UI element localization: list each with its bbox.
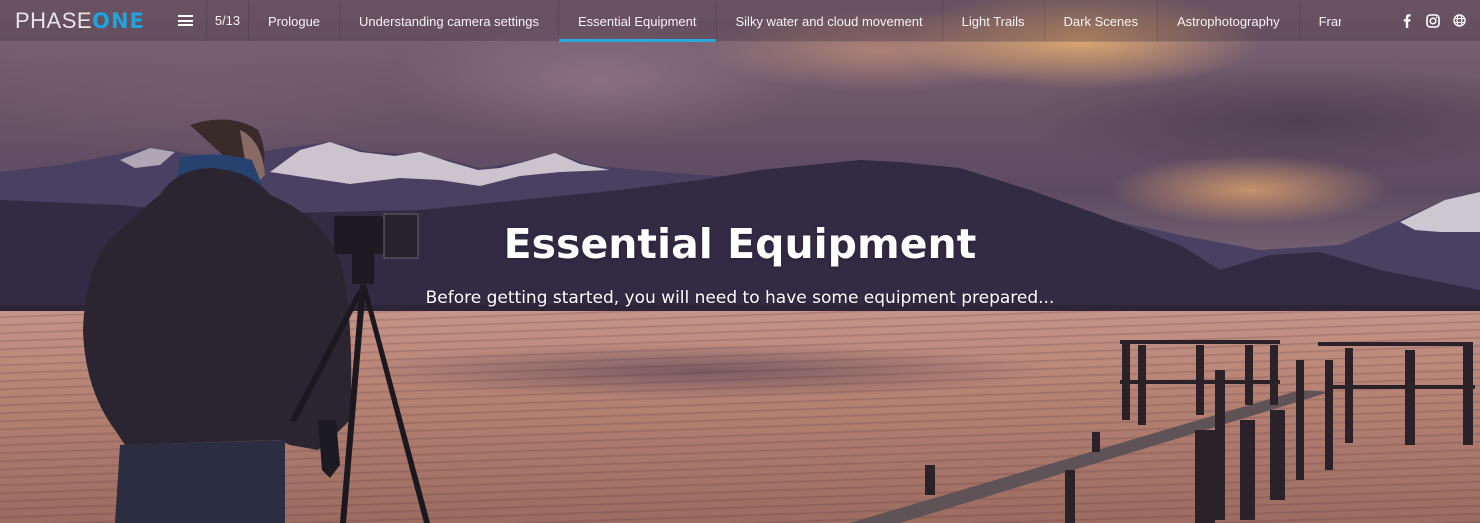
phase-one-logo[interactable]: PHASE ONE <box>0 0 165 41</box>
tab-essential-equipment[interactable]: Essential Equipment <box>558 0 717 42</box>
hero-subtitle: Before getting started, you will need to… <box>425 288 1055 308</box>
chapter-tabs: Prologue Understanding camera settings E… <box>249 0 1341 42</box>
tab-silky-water[interactable]: Silky water and cloud movement <box>717 0 943 42</box>
menu-button[interactable] <box>165 0 207 41</box>
social-links <box>1400 0 1480 41</box>
globe-icon[interactable] <box>1452 14 1466 28</box>
chapter-counter: 5/13 <box>207 0 249 41</box>
logo-text-bold: ONE <box>92 8 145 33</box>
top-navigation-bar: PHASE ONE 5/13 Prologue Understanding cam… <box>0 0 1480 42</box>
instagram-icon[interactable] <box>1426 13 1440 28</box>
hamburger-menu-icon <box>178 15 193 26</box>
tab-understanding-camera-settings[interactable]: Understanding camera settings <box>340 0 559 42</box>
logo-text-light: PHASE <box>15 7 93 33</box>
jetty <box>850 340 1475 523</box>
tab-frame-averaging[interactable]: Frame Av <box>1300 0 1341 42</box>
tab-prologue[interactable]: Prologue <box>249 0 341 42</box>
tab-dark-scenes[interactable]: Dark Scenes <box>1045 0 1158 42</box>
facebook-icon[interactable] <box>1400 13 1414 28</box>
tab-light-trails[interactable]: Light Trails <box>943 0 1045 42</box>
hero-title: Essential Equipment <box>503 220 977 268</box>
tab-astrophotography[interactable]: Astrophotography <box>1158 0 1300 42</box>
